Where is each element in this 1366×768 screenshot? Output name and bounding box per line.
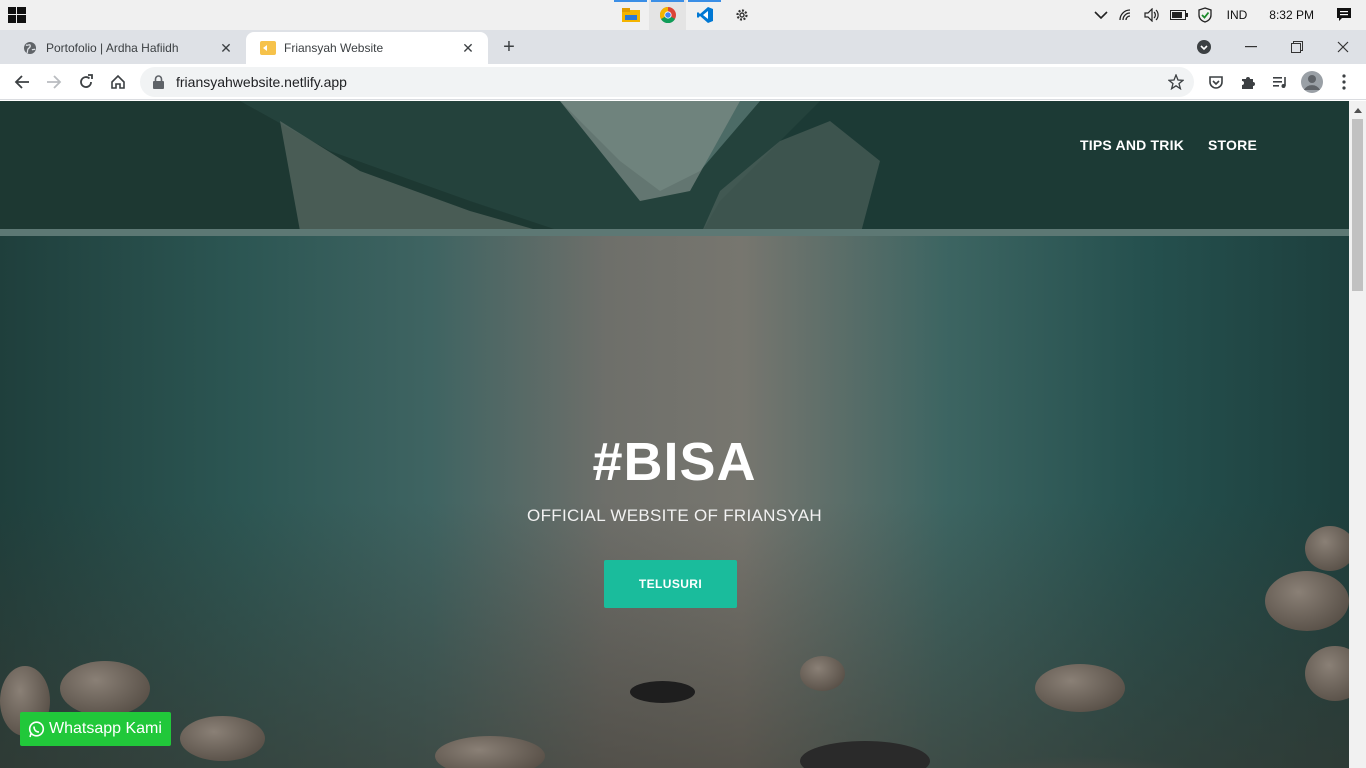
minimize-icon[interactable]: [1228, 32, 1274, 62]
scrollbar-thumb[interactable]: [1352, 119, 1363, 291]
close-window-icon[interactable]: [1320, 32, 1366, 62]
windows-taskbar: IND 8:32 PM: [0, 0, 1366, 30]
telusuri-button[interactable]: TELUSURI: [604, 560, 737, 608]
settings-icon[interactable]: [723, 0, 760, 30]
tab-strip: Portofolio | Ardha Hafiidh ✕ Friansyah W…: [0, 30, 1366, 64]
file-explorer-icon[interactable]: [612, 0, 649, 30]
nav-link-store[interactable]: STORE: [1208, 137, 1257, 153]
forward-arrow-icon[interactable]: [40, 68, 68, 96]
scroll-up-arrow-icon[interactable]: [1349, 101, 1366, 118]
media-queue-icon[interactable]: [1266, 68, 1294, 96]
whatsapp-label: Whatsapp Kami: [49, 720, 162, 737]
whatsapp-icon: [28, 720, 45, 738]
close-icon[interactable]: ✕: [460, 40, 476, 56]
lock-icon[interactable]: [153, 75, 167, 89]
clock[interactable]: 8:32 PM: [1257, 0, 1326, 30]
tab-friansyah[interactable]: Friansyah Website ✕: [246, 32, 488, 64]
shield-icon[interactable]: [1193, 0, 1217, 30]
browser-toolbar: friansyahwebsite.netlify.app: [0, 64, 1366, 100]
battery-icon[interactable]: [1165, 0, 1193, 30]
home-icon[interactable]: [104, 68, 132, 96]
url-text[interactable]: friansyahwebsite.netlify.app: [176, 74, 1162, 90]
volume-icon[interactable]: [1139, 0, 1165, 30]
tab-title: Portofolio | Ardha Hafiidh: [46, 41, 179, 55]
hero-subtitle: OFFICIAL WEBSITE OF FRIANSYAH: [527, 506, 822, 525]
site-favicon-icon: [260, 40, 276, 56]
vertical-scrollbar[interactable]: [1349, 101, 1366, 768]
whatsapp-button[interactable]: Whatsapp Kami: [20, 712, 171, 746]
restore-icon[interactable]: [1274, 32, 1320, 62]
windows-start-icon[interactable]: [8, 7, 26, 23]
hero-title: #BISA: [592, 432, 757, 492]
back-arrow-icon[interactable]: [8, 68, 36, 96]
new-tab-plus-icon[interactable]: +: [498, 37, 520, 59]
pocket-icon[interactable]: [1202, 68, 1230, 96]
tab-title: Friansyah Website: [284, 41, 384, 55]
address-bar[interactable]: friansyahwebsite.netlify.app: [140, 67, 1194, 97]
hero-section: TIPS AND TRIK STORE #BISA OFFICIAL WEBSI…: [0, 101, 1349, 768]
mountain-background: [0, 101, 1349, 236]
vscode-icon[interactable]: [686, 0, 723, 30]
extensions-puzzle-icon[interactable]: [1234, 68, 1262, 96]
reload-icon[interactable]: [72, 68, 100, 96]
bookmark-star-icon[interactable]: [1162, 68, 1190, 96]
notifications-icon[interactable]: [1326, 0, 1366, 30]
language-indicator[interactable]: IND: [1217, 0, 1258, 30]
tab-search-icon[interactable]: [1188, 32, 1220, 62]
chevron-up-icon[interactable]: [1089, 0, 1113, 30]
globe-icon: [22, 40, 38, 56]
tab-portofolio[interactable]: Portofolio | Ardha Hafiidh ✕: [8, 32, 246, 64]
close-icon[interactable]: ✕: [218, 40, 234, 56]
more-menu-icon[interactable]: [1330, 68, 1358, 96]
nav-link-tips-and-trik[interactable]: TIPS AND TRIK: [1080, 137, 1184, 153]
site-navigation: TIPS AND TRIK STORE: [1080, 137, 1257, 153]
chrome-icon[interactable]: [649, 0, 686, 30]
wifi-icon[interactable]: [1113, 0, 1139, 30]
profile-avatar[interactable]: [1298, 68, 1326, 96]
